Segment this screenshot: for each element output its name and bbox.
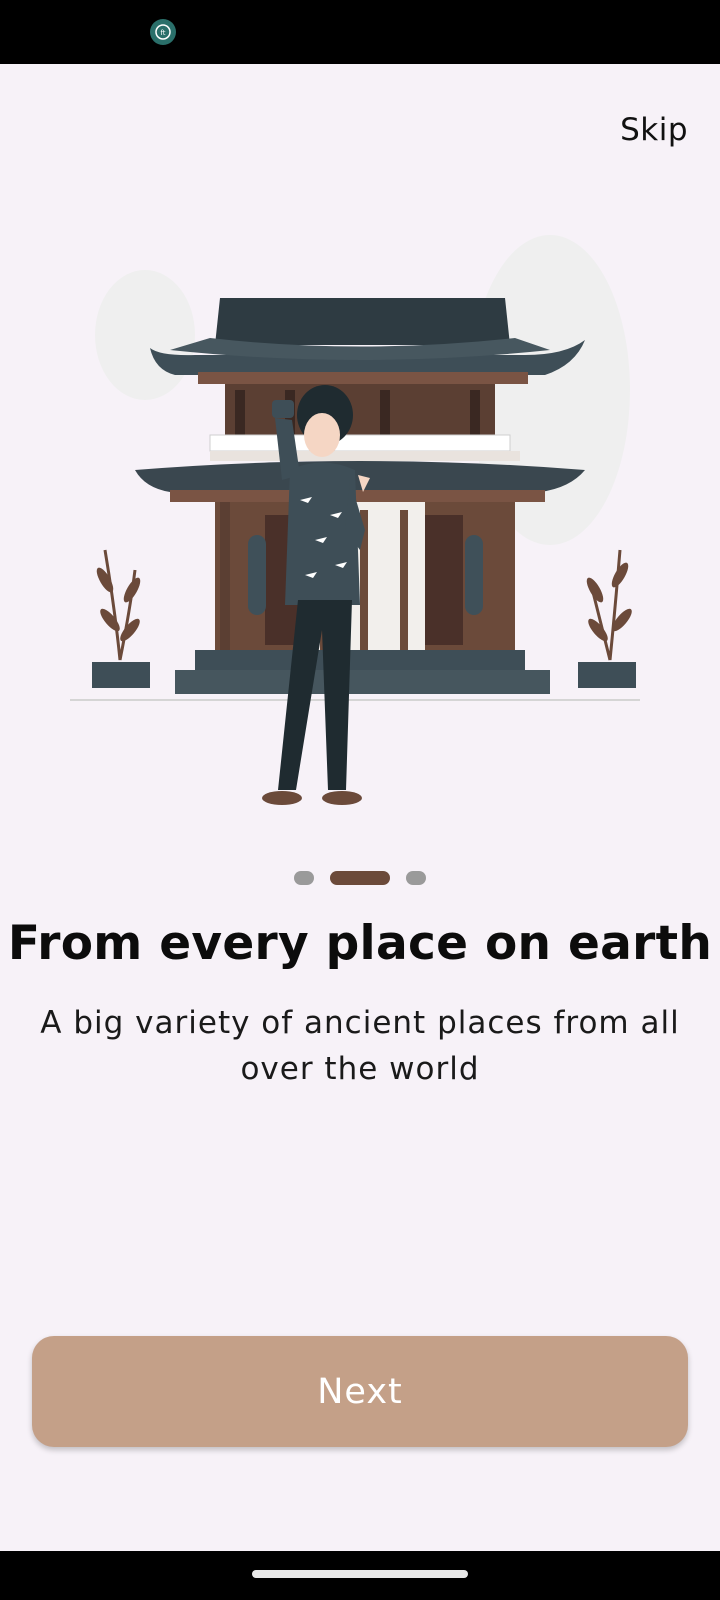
page-indicator xyxy=(0,871,720,885)
skip-button[interactable]: Skip xyxy=(620,112,688,148)
page-dot-active[interactable] xyxy=(330,871,390,885)
onboarding-subtitle: A big variety of ancient places from all… xyxy=(40,1005,680,1087)
ft-app-icon: ft xyxy=(155,24,171,40)
page-dot[interactable] xyxy=(294,871,314,885)
next-button[interactable]: Next xyxy=(32,1336,688,1447)
home-gesture-handle[interactable] xyxy=(252,1570,468,1578)
temple-selfie-illustration xyxy=(70,235,640,805)
status-bar: ft xyxy=(0,0,720,64)
svg-text:ft: ft xyxy=(160,29,165,37)
page-dot[interactable] xyxy=(406,871,426,885)
app-notification-icon: ft xyxy=(150,19,176,45)
onboarding-title: From every place on earth xyxy=(7,916,713,971)
